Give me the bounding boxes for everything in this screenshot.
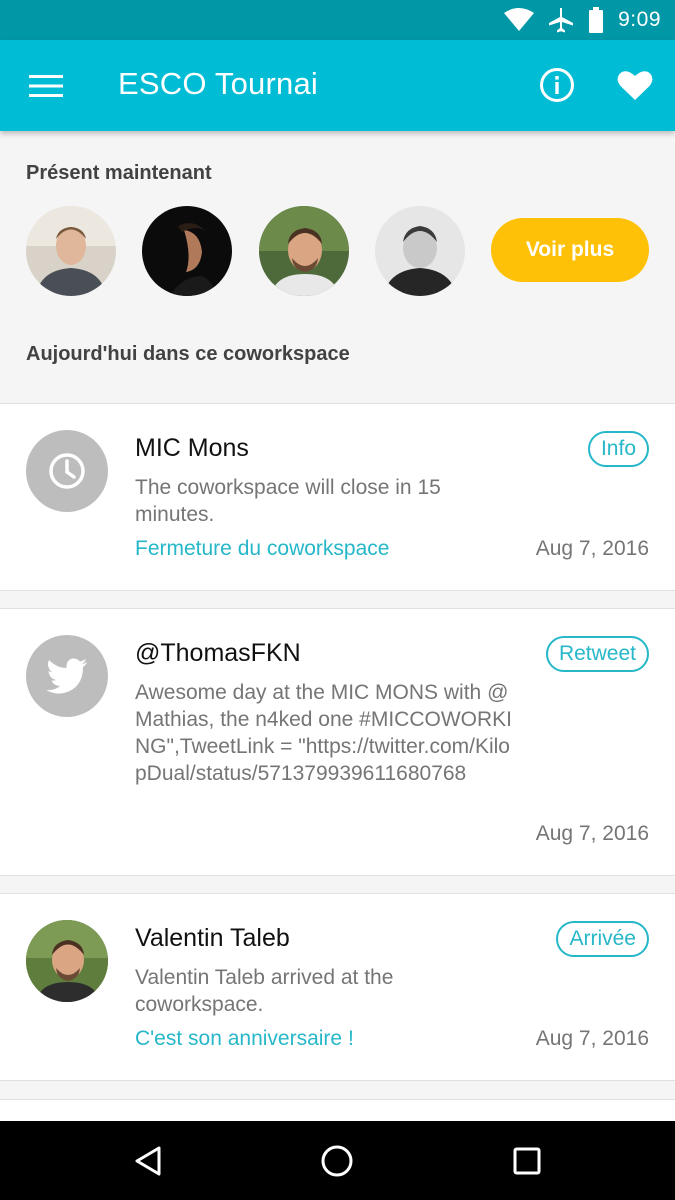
avatar[interactable] [259,206,349,296]
feed-card-text: Valentin Taleb arrived at the coworkspac… [135,966,394,1016]
present-section-title: Présent maintenant [26,162,212,184]
avatar[interactable] [375,206,465,296]
airplane-icon [548,7,574,33]
heart-icon[interactable] [613,64,657,106]
status-time: 9:09 [618,8,661,31]
feed-card-link[interactable]: Fermeture du coworkspace [135,537,389,561]
page-title: ESCO Tournai [118,66,318,101]
avatar[interactable] [26,206,116,296]
info-icon[interactable] [536,64,578,106]
feed-card-title: Valentin Taleb [135,924,290,952]
status-bar: 9:09 [0,0,675,40]
feed-card-text: The coworkspace will close in 15 minutes… [135,476,441,526]
feed-card[interactable]: @ThomasFKN Retweet Awesome day at the MI… [0,608,675,876]
feed-card-date: Aug 7, 2016 [535,1027,649,1050]
info-tag[interactable]: Info [587,431,649,467]
feed-card-date: Aug 7, 2016 [535,537,649,560]
navigation-bar [0,1121,675,1200]
today-section-title: Aujourd'hui dans ce coworkspace [26,343,350,365]
feed-card-date: Aug 7, 2016 [535,822,649,845]
recents-icon[interactable] [505,1139,549,1183]
arrival-tag[interactable]: Arrivée [556,921,649,957]
retweet-tag[interactable]: Retweet [545,636,649,672]
feed-card[interactable]: Valentin Taleb Arrivée Valentin Taleb ar… [0,893,675,1081]
avatar[interactable] [142,206,232,296]
twitter-icon [26,635,108,717]
menu-icon[interactable] [26,68,66,104]
app-bar: ESCO Tournai [0,40,675,131]
feed-card-title: @ThomasFKN [135,639,301,667]
feed-card[interactable]: MIC Mons Info The coworkspace will close… [0,403,675,591]
battery-icon [588,7,604,33]
feed-card-text: Awesome day at the MIC MONS with @Mathia… [135,681,512,785]
wifi-icon [504,8,535,32]
see-more-button[interactable]: Voir plus [491,218,649,282]
feed-card-link[interactable]: C'est son anniversaire ! [135,1027,354,1051]
home-icon[interactable] [315,1139,359,1183]
clock-icon [26,430,108,512]
feed-card-title: MIC Mons [135,434,249,462]
back-icon[interactable] [126,1139,170,1183]
avatar [26,920,108,1002]
